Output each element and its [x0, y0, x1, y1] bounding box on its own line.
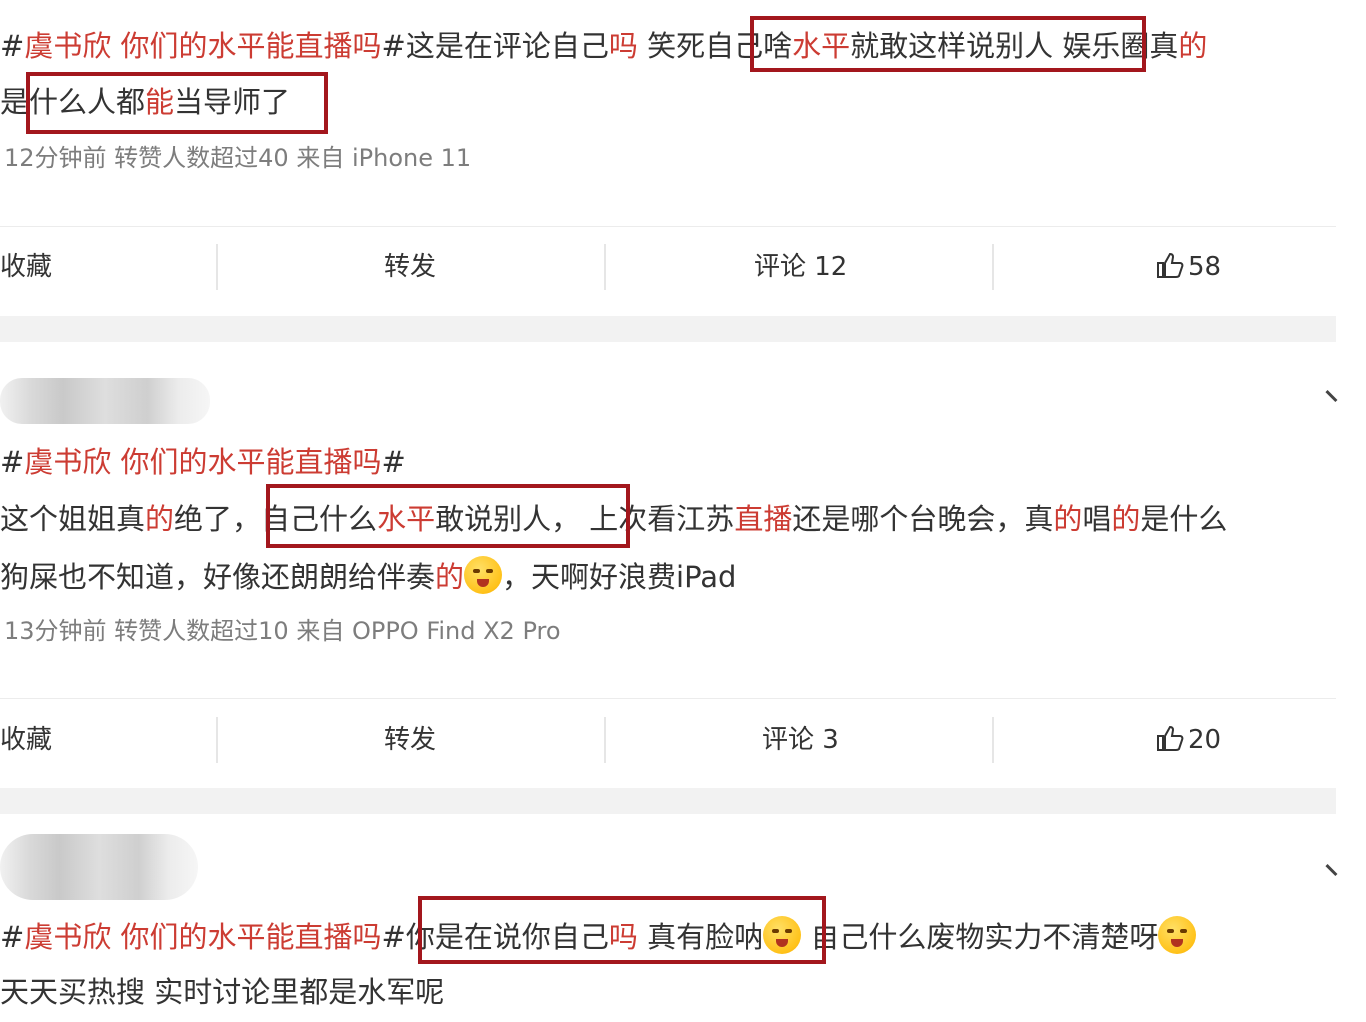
text-segment: 是	[0, 85, 30, 119]
action-separator	[604, 717, 606, 763]
post-3-text-line-2: 天天买热搜 实时讨论里都是水军呢	[0, 972, 444, 1012]
keyword-highlight[interactable]: 的	[145, 502, 174, 536]
collect-button[interactable]: 收藏	[0, 724, 52, 756]
text-segment: #	[0, 920, 25, 954]
action-separator	[604, 244, 606, 290]
keyword-highlight[interactable]: 的	[1111, 502, 1140, 536]
text-segment: 是什么	[1140, 502, 1228, 536]
action-separator	[216, 717, 218, 763]
text-segment: ，天啊好浪费iPad	[502, 560, 737, 594]
forward-button[interactable]: 转发	[384, 251, 436, 283]
text-segment: 唱	[1082, 502, 1112, 536]
avatar[interactable]	[0, 834, 198, 900]
keyword-highlight[interactable]: 吗	[609, 29, 638, 63]
text-segment: 笑死	[637, 29, 706, 63]
section-gap	[0, 316, 1336, 342]
text-segment: #	[381, 445, 406, 479]
chevron-down-icon[interactable]	[1315, 864, 1338, 886]
action-separator	[216, 244, 218, 290]
keyword-highlight[interactable]: 的	[1053, 502, 1082, 536]
keyword-highlight[interactable]: 的	[1178, 29, 1207, 63]
avatar[interactable]	[0, 378, 210, 424]
comment-button[interactable]: 评论 12	[754, 251, 847, 283]
text-segment: #	[0, 29, 25, 63]
post-2-text-line-1: #虞书欣 你们的水平能直播吗#	[0, 442, 406, 482]
text-segment: 自己什么废物实力不清楚呀	[801, 920, 1159, 954]
text-segment: 狗屎也不知道，好像还朗朗给伴奏	[0, 560, 436, 594]
text-segment: #	[381, 920, 406, 954]
like-button[interactable]: 58	[1156, 251, 1221, 283]
text-segment: 绝了，	[174, 502, 262, 536]
text-segment: #	[0, 445, 25, 479]
collect-button[interactable]: 收藏	[0, 251, 52, 283]
highlight-box	[418, 896, 826, 964]
divider	[0, 698, 1336, 699]
keyword-highlight[interactable]: 虞书欣 你们的水平能直播吗	[24, 29, 381, 63]
forward-button[interactable]: 转发	[384, 724, 436, 756]
text-segment: 这个姐姐真	[0, 502, 146, 536]
divider	[0, 226, 1336, 227]
like-button[interactable]: 20	[1156, 724, 1221, 756]
text-segment: 天天买热搜 实时讨论里都是水军呢	[0, 975, 445, 1009]
action-separator	[992, 244, 994, 290]
highlight-box	[750, 16, 1146, 72]
thumbs-up-icon	[1157, 252, 1184, 278]
action-separator	[992, 717, 994, 763]
like-count: 20	[1188, 725, 1222, 755]
keyword-highlight[interactable]: 虞书欣 你们的水平能直播吗	[24, 920, 381, 954]
post-2-meta: 13分钟前 转赞人数超过10 来自 OPPO Find X2 Pro	[4, 617, 561, 645]
comment-button[interactable]: 评论 3	[762, 724, 839, 756]
smiley-emoji-icon	[1158, 916, 1197, 954]
text-segment: #这是在评论自己	[381, 29, 609, 63]
highlight-box	[26, 72, 328, 134]
post-1-meta: 12分钟前 转赞人数超过40 来自 iPhone 11	[4, 144, 472, 172]
chevron-down-icon[interactable]	[1315, 390, 1338, 412]
keyword-highlight[interactable]: 的	[435, 560, 464, 594]
keyword-highlight[interactable]: 直播	[734, 502, 792, 536]
section-gap	[0, 788, 1336, 814]
smiley-emoji-icon	[464, 556, 503, 594]
keyword-highlight[interactable]: 虞书欣 你们的水平能直播吗	[24, 445, 381, 479]
like-count: 58	[1188, 252, 1222, 282]
highlight-box	[266, 484, 630, 548]
thumbs-up-icon	[1157, 725, 1184, 751]
post-2-text-line-3: 狗屎也不知道，好像还朗朗给伴奏的 ，天啊好浪费iPad	[0, 556, 736, 597]
text-segment: 还是哪个台晚会，真	[792, 502, 1054, 536]
